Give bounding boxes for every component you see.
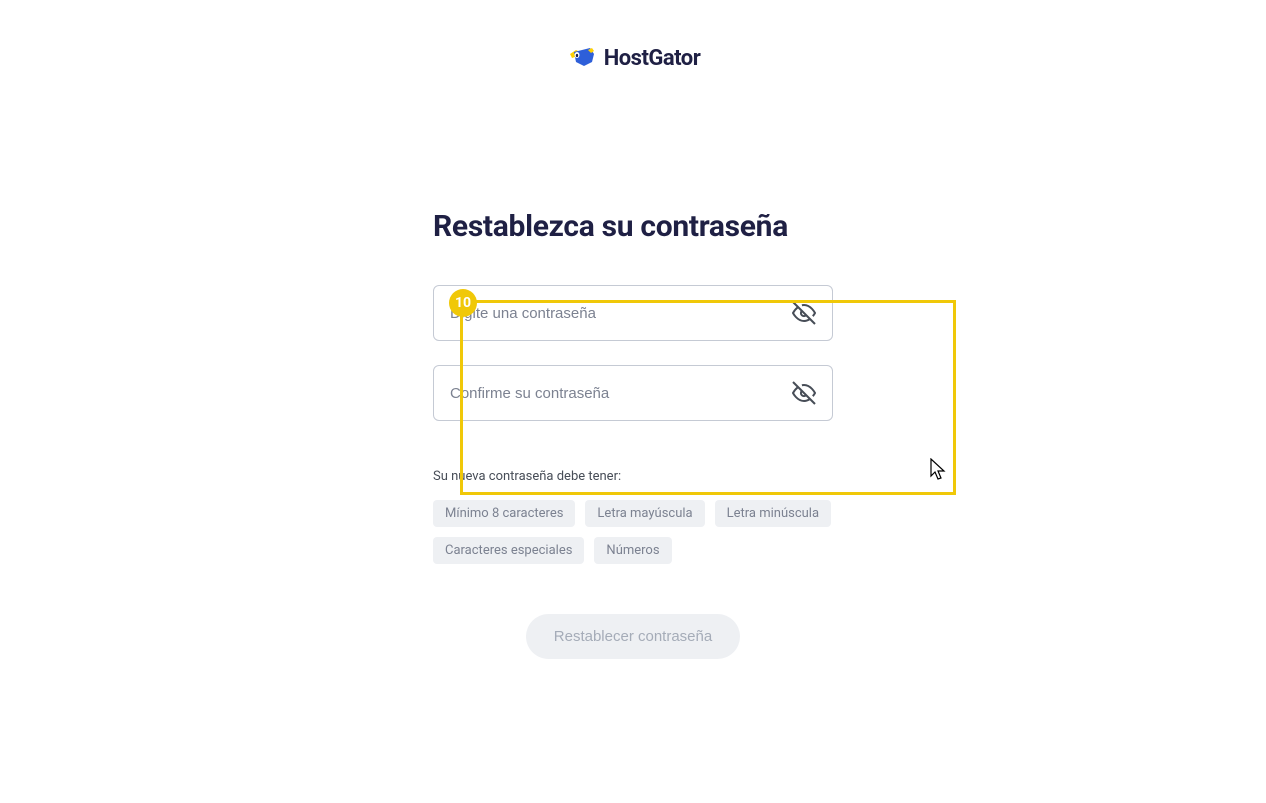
confirm-password-input[interactable] xyxy=(450,385,792,402)
chips-container: Mínimo 8 caracteres Letra mayúscula Letr… xyxy=(433,500,833,564)
main-content: Restablezca su contraseña Su nueva contr… xyxy=(433,74,833,659)
requirement-chip: Letra mayúscula xyxy=(585,500,704,527)
reset-password-button[interactable]: Restablecer contraseña xyxy=(526,614,740,659)
requirement-chip: Caracteres especiales xyxy=(433,537,584,564)
eye-off-icon[interactable] xyxy=(792,301,816,325)
password-input-wrapper xyxy=(433,285,833,341)
requirement-chip: Números xyxy=(594,537,671,564)
logo-container: HostGator xyxy=(0,0,1266,74)
cursor-icon xyxy=(930,458,948,482)
logo: HostGator xyxy=(566,42,701,74)
page-title: Restablezca su contraseña xyxy=(433,209,833,245)
requirement-chip: Mínimo 8 caracteres xyxy=(433,500,575,527)
password-input-group xyxy=(433,285,833,341)
password-input[interactable] xyxy=(450,305,792,322)
eye-off-icon[interactable] xyxy=(792,381,816,405)
requirements-label: Su nueva contraseña debe tener: xyxy=(433,469,833,484)
confirm-input-group xyxy=(433,365,833,421)
requirement-chip: Letra minúscula xyxy=(715,500,831,527)
hostgator-icon xyxy=(566,42,598,74)
confirm-input-wrapper xyxy=(433,365,833,421)
logo-text: HostGator xyxy=(604,46,701,71)
